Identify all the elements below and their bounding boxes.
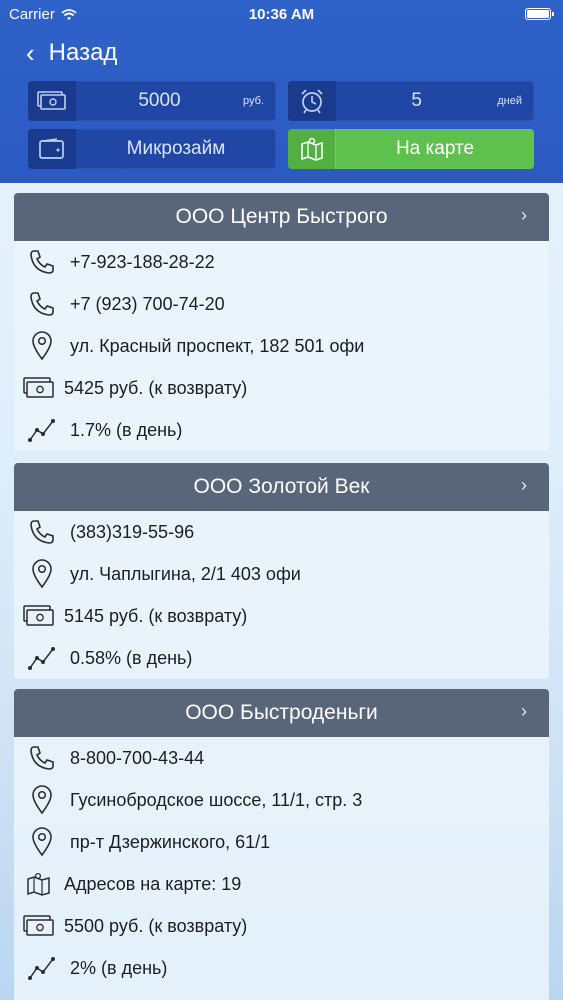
rate-text: 0.58% (в день) <box>70 647 193 668</box>
battery-icon <box>525 8 554 20</box>
company-header[interactable]: ООО Золотой Век › <box>14 463 549 511</box>
address-row[interactable]: пр-т Дзержинского, 61/1 <box>14 821 549 863</box>
phone-row[interactable]: +7-923-188-28-22 <box>14 241 549 283</box>
company-card: ООО Быстроденьги › 8-800-700-43-44 Гусин… <box>14 689 549 1000</box>
phone-icon <box>14 518 70 546</box>
term-value: 5 <box>411 90 422 111</box>
rate-row: 0.58% (в день) <box>14 637 549 679</box>
address-text: ул. Красный проспект, 182 501 офи <box>70 335 365 356</box>
status-bar: Carrier 10:36 AM <box>0 0 563 30</box>
back-button[interactable]: ‹ Назад <box>26 36 117 70</box>
phone-text: (383)319-55-96 <box>70 521 195 542</box>
trend-line-icon <box>14 955 70 981</box>
chevron-right-icon: › <box>521 701 527 721</box>
clock: 10:36 AM <box>248 6 315 23</box>
trend-line-icon <box>14 645 70 671</box>
money-icon <box>14 915 64 937</box>
location-pin-icon <box>14 559 70 589</box>
phone-text: 8-800-700-43-44 <box>70 747 205 768</box>
phone-text: +7 (923) 700-74-20 <box>70 293 225 314</box>
map-addresses-text: Адресов на карте: 19 <box>64 873 242 894</box>
return-amount-text: 5145 руб. (к возврату) <box>64 605 248 626</box>
phone-row[interactable]: (383)319-55-96 <box>14 511 549 553</box>
rate-row: 1.7% (в день) <box>14 409 549 451</box>
address-text: Гусинобродское шоссе, 11/1, стр. 3 <box>70 789 363 810</box>
rate-text: 2% (в день) <box>70 957 168 978</box>
money-icon <box>14 605 64 627</box>
address-text: ул. Чаплыгина, 2/1 403 офи <box>70 563 301 584</box>
wallet-icon <box>28 129 76 169</box>
money-icon <box>28 81 76 121</box>
company-card: ООО Центр Быстрого › +7-923-188-28-22 +7… <box>14 193 549 451</box>
location-pin-icon <box>14 827 70 857</box>
return-amount-text: 5425 руб. (к возврату) <box>64 377 248 398</box>
map-button-label: На карте <box>395 138 475 159</box>
money-icon <box>14 377 64 399</box>
phone-row[interactable]: 8-800-700-43-44 <box>14 737 549 779</box>
phone-icon <box>14 744 70 772</box>
chevron-right-icon: › <box>521 205 527 225</box>
phone-icon <box>14 290 70 318</box>
amount-value: 5000 <box>138 90 181 111</box>
address-row[interactable]: Гусинобродское шоссе, 11/1, стр. 3 <box>14 779 549 821</box>
return-amount-text: 5500 руб. (к возврату) <box>64 915 248 936</box>
company-name: ООО Центр Быстрого <box>175 205 388 228</box>
rate-row: 2% (в день) <box>14 947 549 989</box>
alarm-clock-icon <box>288 81 336 121</box>
trend-line-icon <box>14 417 70 443</box>
company-header[interactable]: ООО Центр Быстрого › <box>14 193 549 241</box>
company-header[interactable]: ООО Быстроденьги › <box>14 689 549 737</box>
loan-type-selector[interactable]: Микрозайм <box>28 129 276 169</box>
return-amount-row: 5145 руб. (к возврату) <box>14 595 549 637</box>
phone-icon <box>14 248 70 276</box>
map-icon <box>14 871 64 897</box>
header: Carrier 10:36 AM ‹ Назад 5000 руб. 5 дне… <box>0 0 563 183</box>
loan-type-label: Микрозайм <box>126 138 226 159</box>
company-name: ООО Золотой Век <box>193 475 370 498</box>
return-amount-row: 5425 руб. (к возврату) <box>14 367 549 409</box>
amount-selector[interactable]: 5000 руб. <box>28 81 276 121</box>
address-row[interactable]: ул. Чаплыгина, 2/1 403 офи <box>14 553 549 595</box>
phone-text: +7-923-188-28-22 <box>70 251 215 272</box>
address-row[interactable]: ул. Красный проспект, 182 501 офи <box>14 325 549 367</box>
location-pin-icon <box>14 785 70 815</box>
back-label: Назад <box>48 39 118 66</box>
company-name: ООО Быстроденьги <box>185 701 378 724</box>
term-unit: дней <box>497 95 522 107</box>
rate-text: 1.7% (в день) <box>70 419 183 440</box>
return-amount-row: 5500 руб. (к возврату) <box>14 905 549 947</box>
phone-row[interactable]: +7 (923) 700-74-20 <box>14 283 549 325</box>
chevron-left-icon: ‹ <box>26 38 35 68</box>
address-text: пр-т Дзержинского, 61/1 <box>70 831 271 852</box>
amount-unit: руб. <box>243 95 264 107</box>
chevron-right-icon: › <box>521 475 527 495</box>
location-pin-icon <box>14 331 70 361</box>
map-button[interactable]: На карте <box>288 129 534 169</box>
map-icon <box>288 129 336 169</box>
term-selector[interactable]: 5 дней <box>288 81 534 121</box>
company-card: ООО Золотой Век › (383)319-55-96 ул. Чап… <box>14 463 549 679</box>
map-addresses-row[interactable]: Адресов на карте: 19 <box>14 863 549 905</box>
